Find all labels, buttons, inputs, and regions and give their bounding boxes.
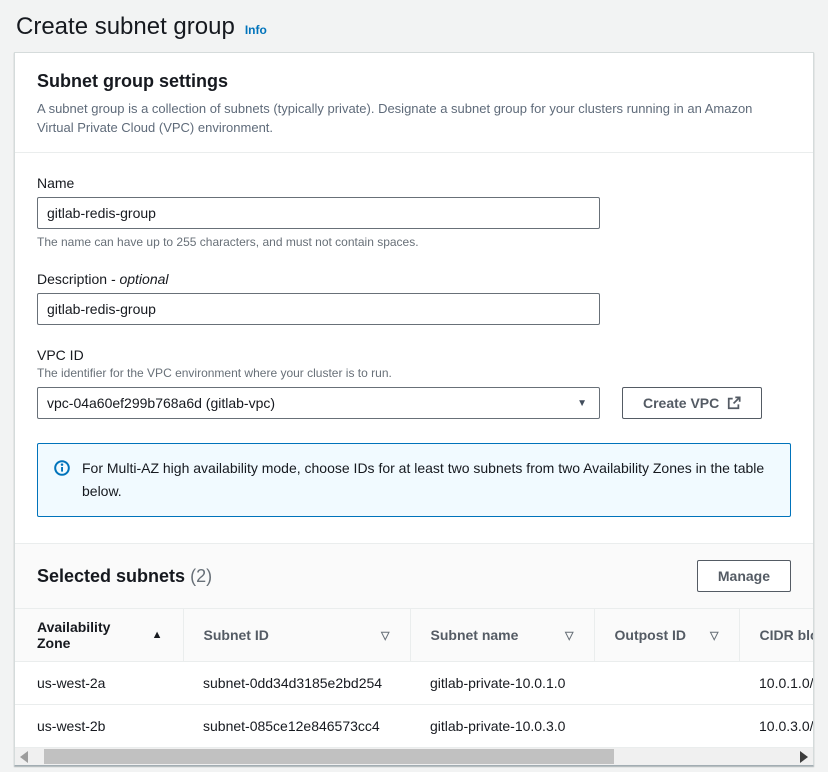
- subnets-table: Availability Zone ▲ Subnet ID ▽ Subnet name ▽…: [15, 608, 813, 748]
- name-constraint: The name can have up to 255 characters, …: [37, 235, 791, 249]
- sort-icon: ▽: [565, 629, 573, 642]
- cell-subnet-name: gitlab-private-10.0.3.0: [410, 705, 594, 748]
- table-row: us-west-2asubnet-0dd34d3185e2bd254gitlab…: [15, 662, 813, 705]
- name-input[interactable]: [37, 197, 600, 229]
- horizontal-scrollbar[interactable]: [15, 748, 813, 765]
- sort-icon: ▽: [710, 629, 718, 642]
- cell-az: us-west-2a: [15, 662, 183, 705]
- cell-subnet-id: subnet-0dd34d3185e2bd254: [183, 662, 410, 705]
- vpc-field-group: VPC ID The identifier for the VPC enviro…: [37, 347, 791, 419]
- description-input[interactable]: [37, 293, 600, 325]
- table-header-row: Availability Zone ▲ Subnet ID ▽ Subnet name ▽…: [15, 609, 813, 662]
- scroll-left-icon: [20, 751, 28, 763]
- info-link[interactable]: Info: [245, 23, 267, 37]
- column-header-subnet-id[interactable]: Subnet ID ▽: [183, 609, 410, 662]
- scroll-right-icon: [800, 751, 808, 763]
- cell-az: us-west-2b: [15, 705, 183, 748]
- column-label: Subnet ID: [204, 627, 269, 643]
- vpc-selected-value: vpc-04a60ef299b768a6d (gitlab-vpc): [47, 395, 275, 411]
- column-header-outpost-id[interactable]: Outpost ID ▽: [594, 609, 739, 662]
- name-field-group: Name The name can have up to 255 charact…: [37, 175, 791, 249]
- column-label: Outpost ID: [615, 627, 687, 643]
- subnets-table-container: Availability Zone ▲ Subnet ID ▽ Subnet name ▽…: [15, 608, 813, 748]
- chevron-down-icon: ▼: [577, 398, 587, 409]
- cell-cidr: 10.0.3.0/24: [739, 705, 813, 748]
- manage-button[interactable]: Manage: [697, 560, 791, 592]
- multi-az-info-alert: For Multi-AZ high availability mode, cho…: [37, 443, 791, 517]
- table-body: us-west-2asubnet-0dd34d3185e2bd254gitlab…: [15, 662, 813, 748]
- cell-outpost-id: [594, 705, 739, 748]
- vpc-select[interactable]: vpc-04a60ef299b768a6d (gitlab-vpc) ▼: [37, 387, 600, 419]
- subnet-count: (2): [190, 566, 212, 586]
- selected-subnets-heading: Selected subnets (2): [37, 566, 212, 587]
- info-circle-icon: [54, 460, 70, 476]
- optional-suffix: - optional: [111, 271, 169, 287]
- cell-outpost-id: [594, 662, 739, 705]
- column-header-availability-zone[interactable]: Availability Zone ▲: [15, 609, 183, 662]
- create-subnet-group-card: Subnet group settings A subnet group is …: [14, 52, 814, 766]
- cell-cidr: 10.0.1.0/24: [739, 662, 813, 705]
- scrollbar-thumb[interactable]: [44, 749, 614, 764]
- page-header: Create subnet group Info: [0, 0, 828, 52]
- alert-text: For Multi-AZ high availability mode, cho…: [82, 457, 774, 503]
- column-label: CIDR block: [760, 627, 814, 643]
- column-header-subnet-name[interactable]: Subnet name ▽: [410, 609, 594, 662]
- vpc-label: VPC ID: [37, 347, 791, 363]
- settings-section-header: Subnet group settings A subnet group is …: [15, 53, 813, 153]
- sort-icon: ▽: [381, 629, 389, 642]
- external-link-icon: [727, 396, 741, 410]
- cell-subnet-name: gitlab-private-10.0.1.0: [410, 662, 594, 705]
- scroll-left-button[interactable]: [15, 748, 33, 765]
- cell-subnet-id: subnet-085ce12e846573cc4: [183, 705, 410, 748]
- column-label: Subnet name: [431, 627, 519, 643]
- sort-ascending-icon: ▲: [152, 629, 163, 641]
- settings-description: A subnet group is a collection of subnet…: [37, 99, 791, 137]
- column-label: Availability Zone: [37, 619, 142, 651]
- table-row: us-west-2bsubnet-085ce12e846573cc4gitlab…: [15, 705, 813, 748]
- description-label: Description - optional: [37, 271, 791, 287]
- selected-subnets-header: Selected subnets (2) Manage: [15, 543, 813, 608]
- column-header-cidr-block: CIDR block: [739, 609, 813, 662]
- create-vpc-button[interactable]: Create VPC: [622, 387, 762, 419]
- scroll-right-button[interactable]: [795, 748, 813, 765]
- settings-form: Name The name can have up to 255 charact…: [15, 153, 813, 543]
- description-field-group: Description - optional: [37, 271, 791, 325]
- name-label: Name: [37, 175, 791, 191]
- vpc-help-text: The identifier for the VPC environment w…: [37, 366, 791, 380]
- page-title: Create subnet group: [16, 13, 235, 41]
- settings-heading: Subnet group settings: [37, 71, 791, 92]
